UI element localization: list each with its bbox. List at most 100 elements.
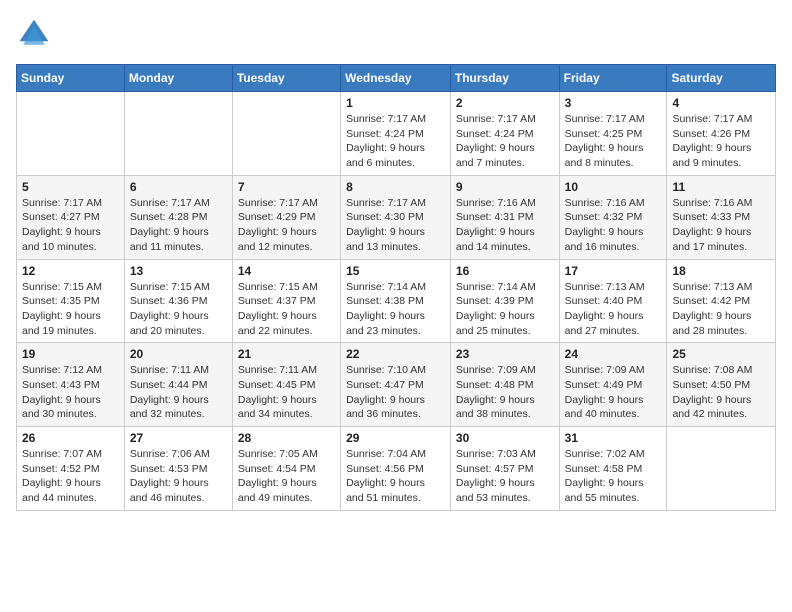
day-number: 8 <box>346 180 445 194</box>
calendar-cell: 7Sunrise: 7:17 AM Sunset: 4:29 PM Daylig… <box>232 175 340 259</box>
weekday-header-monday: Monday <box>124 65 232 92</box>
calendar-cell: 12 Sunrise: 7:15 AM Sunset: 4:35 PM Dayli… <box>17 259 125 343</box>
day-number: 22 <box>346 347 445 361</box>
day-number: 30 <box>456 431 554 445</box>
day-info: Sunrise: 7:08 AM Sunset: 4:50 PM Dayligh… <box>672 363 770 422</box>
calendar-week-row: 26 Sunrise: 7:07 AM Sunset: 4:52 PM Dayli… <box>17 427 776 511</box>
day-info: Sunrise: 7:12 AM Sunset: 4:43 PM Dayligh… <box>22 363 119 422</box>
day-number: 20 <box>130 347 227 361</box>
calendar-cell: 27Sunrise: 7:06 AM Sunset: 4:53 PM Dayli… <box>124 427 232 511</box>
day-number: 15 <box>346 264 445 278</box>
day-number: 9 <box>456 180 554 194</box>
weekday-header-thursday: Thursday <box>450 65 559 92</box>
calendar-cell <box>667 427 776 511</box>
day-number: 14 <box>238 264 335 278</box>
day-info: Sunrise: 7:10 AM Sunset: 4:47 PM Dayligh… <box>346 363 445 422</box>
day-info: Sunrise: 7:05 AM Sunset: 4:54 PM Dayligh… <box>238 447 335 506</box>
day-info: Sunrise: 7:16 AM Sunset: 4:31 PM Dayligh… <box>456 196 554 255</box>
day-number: 13 <box>130 264 227 278</box>
day-number: 12 <box>22 264 119 278</box>
weekday-header-tuesday: Tuesday <box>232 65 340 92</box>
calendar-cell: 20Sunrise: 7:11 AM Sunset: 4:44 PM Dayli… <box>124 343 232 427</box>
day-number: 28 <box>238 431 335 445</box>
day-number: 5 <box>22 180 119 194</box>
calendar-week-row: 5 Sunrise: 7:17 AM Sunset: 4:27 PM Daylig… <box>17 175 776 259</box>
day-info: Sunrise: 7:17 AM Sunset: 4:27 PM Dayligh… <box>22 196 119 255</box>
day-info: Sunrise: 7:07 AM Sunset: 4:52 PM Dayligh… <box>22 447 119 506</box>
day-info: Sunrise: 7:17 AM Sunset: 4:28 PM Dayligh… <box>130 196 227 255</box>
day-info: Sunrise: 7:13 AM Sunset: 4:42 PM Dayligh… <box>672 280 770 339</box>
day-number: 26 <box>22 431 119 445</box>
calendar-cell: 22 Sunrise: 7:10 AM Sunset: 4:47 PM Dayli… <box>341 343 451 427</box>
calendar-cell: 2 Sunrise: 7:17 AM Sunset: 4:24 PM Daylig… <box>450 92 559 176</box>
day-number: 1 <box>346 96 445 110</box>
calendar-cell <box>17 92 125 176</box>
calendar-cell: 1 Sunrise: 7:17 AM Sunset: 4:24 PM Daylig… <box>341 92 451 176</box>
calendar-cell: 8 Sunrise: 7:17 AM Sunset: 4:30 PM Daylig… <box>341 175 451 259</box>
weekday-header-saturday: Saturday <box>667 65 776 92</box>
calendar-week-row: 1 Sunrise: 7:17 AM Sunset: 4:24 PM Daylig… <box>17 92 776 176</box>
logo-icon <box>16 16 52 52</box>
calendar-cell: 6 Sunrise: 7:17 AM Sunset: 4:28 PM Daylig… <box>124 175 232 259</box>
calendar-cell: 25Sunrise: 7:08 AM Sunset: 4:50 PM Dayli… <box>667 343 776 427</box>
calendar-cell: 10 Sunrise: 7:16 AM Sunset: 4:32 PM Dayli… <box>559 175 667 259</box>
day-info: Sunrise: 7:15 AM Sunset: 4:36 PM Dayligh… <box>130 280 227 339</box>
logo <box>16 16 56 52</box>
weekday-header-sunday: Sunday <box>17 65 125 92</box>
day-number: 31 <box>565 431 662 445</box>
day-info: Sunrise: 7:17 AM Sunset: 4:24 PM Dayligh… <box>346 112 445 171</box>
day-info: Sunrise: 7:17 AM Sunset: 4:30 PM Dayligh… <box>346 196 445 255</box>
calendar-cell: 17 Sunrise: 7:13 AM Sunset: 4:40 PM Dayli… <box>559 259 667 343</box>
calendar-table: SundayMondayTuesdayWednesdayThursdayFrid… <box>16 64 776 511</box>
day-info: Sunrise: 7:17 AM Sunset: 4:29 PM Dayligh… <box>238 196 335 255</box>
calendar-cell: 15 Sunrise: 7:14 AM Sunset: 4:38 PM Dayli… <box>341 259 451 343</box>
day-number: 11 <box>672 180 770 194</box>
day-info: Sunrise: 7:17 AM Sunset: 4:26 PM Dayligh… <box>672 112 770 171</box>
day-number: 24 <box>565 347 662 361</box>
day-number: 2 <box>456 96 554 110</box>
day-info: Sunrise: 7:15 AM Sunset: 4:35 PM Dayligh… <box>22 280 119 339</box>
day-info: Sunrise: 7:16 AM Sunset: 4:32 PM Dayligh… <box>565 196 662 255</box>
weekday-header-friday: Friday <box>559 65 667 92</box>
day-info: Sunrise: 7:17 AM Sunset: 4:24 PM Dayligh… <box>456 112 554 171</box>
calendar-cell: 3Sunrise: 7:17 AM Sunset: 4:25 PM Daylig… <box>559 92 667 176</box>
day-number: 17 <box>565 264 662 278</box>
calendar-cell: 11 Sunrise: 7:16 AM Sunset: 4:33 PM Dayli… <box>667 175 776 259</box>
day-info: Sunrise: 7:14 AM Sunset: 4:38 PM Dayligh… <box>346 280 445 339</box>
calendar-cell: 16 Sunrise: 7:14 AM Sunset: 4:39 PM Dayli… <box>450 259 559 343</box>
calendar-cell: 13 Sunrise: 7:15 AM Sunset: 4:36 PM Dayli… <box>124 259 232 343</box>
calendar-cell: 9 Sunrise: 7:16 AM Sunset: 4:31 PM Daylig… <box>450 175 559 259</box>
day-info: Sunrise: 7:11 AM Sunset: 4:45 PM Dayligh… <box>238 363 335 422</box>
day-info: Sunrise: 7:13 AM Sunset: 4:40 PM Dayligh… <box>565 280 662 339</box>
calendar-cell <box>124 92 232 176</box>
day-info: Sunrise: 7:09 AM Sunset: 4:49 PM Dayligh… <box>565 363 662 422</box>
day-info: Sunrise: 7:14 AM Sunset: 4:39 PM Dayligh… <box>456 280 554 339</box>
day-number: 10 <box>565 180 662 194</box>
day-number: 6 <box>130 180 227 194</box>
calendar-cell: 21 Sunrise: 7:11 AM Sunset: 4:45 PM Dayli… <box>232 343 340 427</box>
day-number: 21 <box>238 347 335 361</box>
page-header <box>16 16 776 52</box>
day-info: Sunrise: 7:02 AM Sunset: 4:58 PM Dayligh… <box>565 447 662 506</box>
calendar-cell: 24 Sunrise: 7:09 AM Sunset: 4:49 PM Dayli… <box>559 343 667 427</box>
day-info: Sunrise: 7:17 AM Sunset: 4:25 PM Dayligh… <box>565 112 662 171</box>
calendar-cell: 19 Sunrise: 7:12 AM Sunset: 4:43 PM Dayli… <box>17 343 125 427</box>
calendar-cell: 26 Sunrise: 7:07 AM Sunset: 4:52 PM Dayli… <box>17 427 125 511</box>
calendar-header-row: SundayMondayTuesdayWednesdayThursdayFrid… <box>17 65 776 92</box>
calendar-cell: 14Sunrise: 7:15 AM Sunset: 4:37 PM Dayli… <box>232 259 340 343</box>
day-info: Sunrise: 7:16 AM Sunset: 4:33 PM Dayligh… <box>672 196 770 255</box>
day-number: 16 <box>456 264 554 278</box>
day-number: 18 <box>672 264 770 278</box>
calendar-cell: 18 Sunrise: 7:13 AM Sunset: 4:42 PM Dayli… <box>667 259 776 343</box>
calendar-cell <box>232 92 340 176</box>
calendar-cell: 4 Sunrise: 7:17 AM Sunset: 4:26 PM Daylig… <box>667 92 776 176</box>
calendar-week-row: 12 Sunrise: 7:15 AM Sunset: 4:35 PM Dayli… <box>17 259 776 343</box>
day-number: 19 <box>22 347 119 361</box>
calendar-cell: 28 Sunrise: 7:05 AM Sunset: 4:54 PM Dayli… <box>232 427 340 511</box>
day-number: 4 <box>672 96 770 110</box>
calendar-cell: 23Sunrise: 7:09 AM Sunset: 4:48 PM Dayli… <box>450 343 559 427</box>
calendar-cell: 5 Sunrise: 7:17 AM Sunset: 4:27 PM Daylig… <box>17 175 125 259</box>
calendar-week-row: 19 Sunrise: 7:12 AM Sunset: 4:43 PM Dayli… <box>17 343 776 427</box>
calendar-cell: 30Sunrise: 7:03 AM Sunset: 4:57 PM Dayli… <box>450 427 559 511</box>
weekday-header-wednesday: Wednesday <box>341 65 451 92</box>
